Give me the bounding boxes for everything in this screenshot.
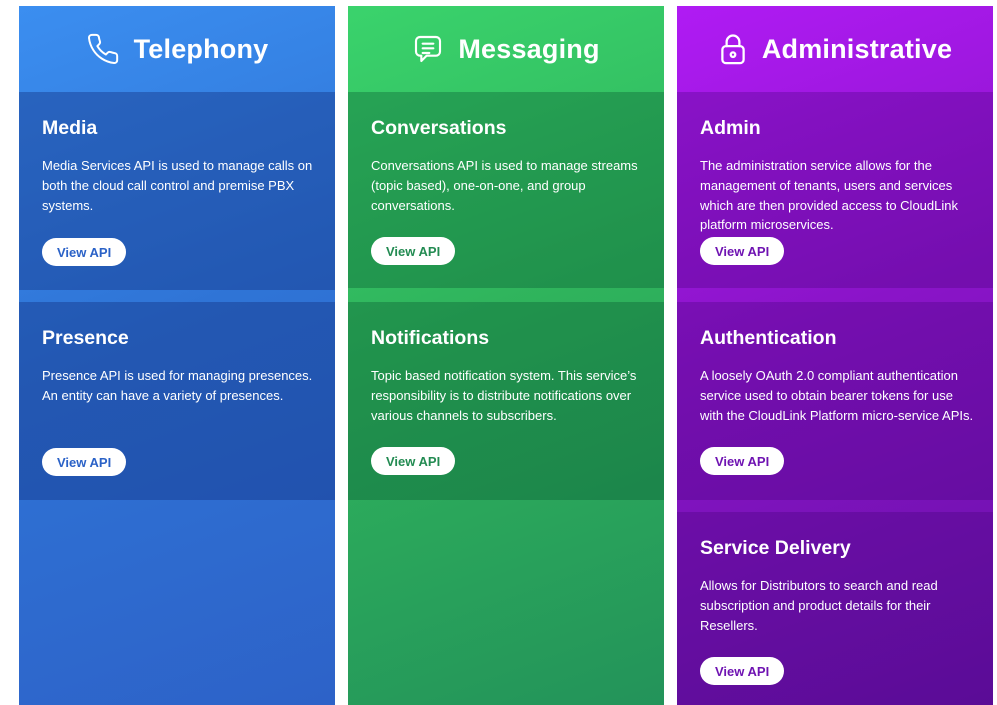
card-title: Authentication: [700, 327, 837, 349]
card-title: Media: [42, 117, 98, 139]
card-description: Presence API is used for managing presen…: [42, 368, 313, 403]
card-description: The administration service allows for th…: [700, 158, 958, 233]
card-title: Notifications: [371, 327, 490, 349]
card-description: Topic based notification system. This se…: [371, 368, 637, 423]
messaging-title: Messaging: [458, 33, 600, 64]
telephony-column: Telephony Media Media Services API is us…: [19, 6, 335, 705]
messaging-header: Messaging: [348, 6, 664, 92]
notifications-view-api-button[interactable]: View API: [371, 447, 456, 475]
message-icon: [412, 33, 444, 65]
phone-icon: [86, 32, 120, 66]
media-card: Media Media Services API is used to mana…: [19, 92, 335, 290]
authentication-view-api-button[interactable]: View API: [700, 447, 785, 475]
authentication-card: Authentication A loosely OAuth 2.0 compl…: [677, 302, 993, 500]
card-title: Admin: [700, 117, 761, 139]
administrative-header: Administrative: [677, 6, 993, 92]
administrative-title: Administrative: [761, 33, 953, 64]
card-description: Allows for Distributors to search and re…: [700, 578, 938, 633]
service-delivery-view-api-button[interactable]: View API: [700, 657, 785, 685]
admin-card: Admin The administration service allows …: [677, 92, 993, 288]
service-delivery-card: Service Delivery Allows for Distributors…: [677, 512, 993, 705]
presence-card: Presence Presence API is used for managi…: [19, 302, 335, 500]
conversations-view-api-button[interactable]: View API: [371, 237, 456, 265]
card-title: Conversations: [371, 117, 507, 139]
conversations-card: Conversations Conversations API is used …: [348, 92, 664, 288]
admin-view-api-button[interactable]: View API: [700, 237, 785, 265]
card-description: Conversations API is used to manage stre…: [371, 158, 638, 213]
media-view-api-button[interactable]: View API: [42, 238, 127, 266]
telephony-header: Telephony: [19, 6, 335, 92]
notifications-card: Notifications Topic based notification s…: [348, 302, 664, 500]
messaging-column: Messaging Conversations Conversations AP…: [348, 6, 664, 705]
card-description: A loosely OAuth 2.0 compliant authentica…: [700, 368, 974, 423]
card-description: Media Services API is used to manage cal…: [42, 158, 313, 213]
card-title: Presence: [42, 327, 129, 349]
presence-view-api-button[interactable]: View API: [42, 448, 127, 476]
lock-icon: [718, 32, 748, 66]
telephony-title: Telephony: [133, 33, 269, 64]
administrative-column: Administrative Admin The administration …: [677, 6, 993, 705]
card-title: Service Delivery: [700, 537, 851, 559]
